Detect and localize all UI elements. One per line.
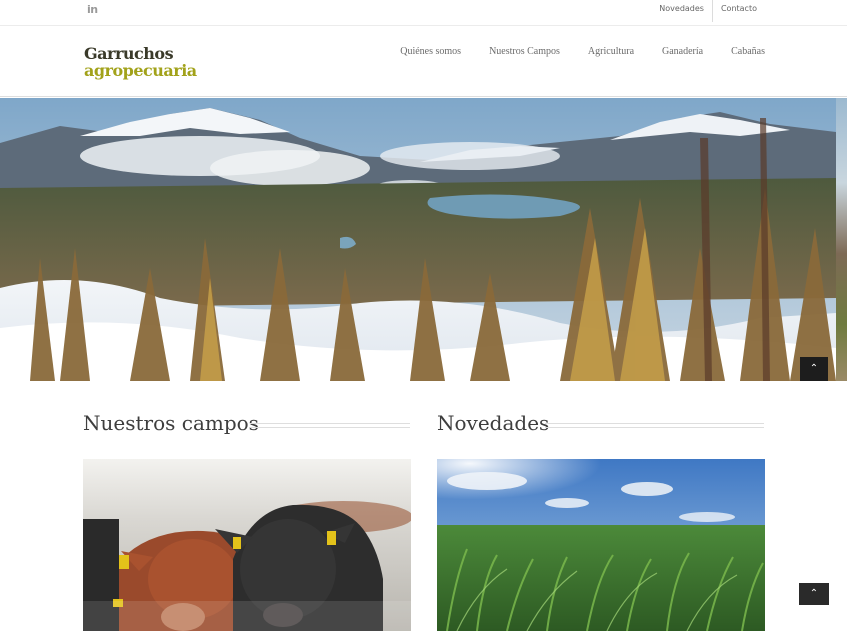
hero-next-slide-preview: [836, 98, 847, 381]
logo-line-1: Garruchos: [84, 44, 174, 63]
chevron-up-icon[interactable]: ⌃: [799, 583, 829, 605]
section-title-campos: Nuestros campos: [83, 411, 259, 435]
hero-landscape-illustration: [0, 98, 836, 381]
campos-card-image[interactable]: [83, 459, 411, 631]
cattle-photo: [83, 459, 411, 631]
section-title-novedades: Novedades: [437, 411, 550, 435]
main-nav: Quiénes somos Nuestros Campos Agricultur…: [400, 46, 765, 57]
utility-links: Novedades Contacto: [651, 0, 765, 22]
utility-link-contacto[interactable]: Contacto: [713, 0, 765, 22]
nav-item-nuestros-campos[interactable]: Nuestros Campos: [489, 46, 560, 57]
cornfield-photo: [437, 459, 765, 631]
nav-item-quienes-somos[interactable]: Quiénes somos: [400, 46, 461, 57]
linkedin-icon[interactable]: in: [87, 3, 98, 16]
nav-item-cabanas[interactable]: Cabañas: [731, 46, 765, 57]
site-logo[interactable]: Garruchos agropecuaria: [84, 45, 197, 79]
hero-image: [0, 98, 836, 381]
section-title-rule: [250, 423, 410, 428]
logo-line-2: agropecuaria: [84, 61, 197, 80]
chevron-up-icon[interactable]: ⌃: [800, 357, 828, 381]
novedades-card-image[interactable]: [437, 459, 765, 631]
utility-link-novedades[interactable]: Novedades: [651, 0, 712, 22]
top-utility-bar: in Novedades Contacto: [0, 0, 847, 26]
nav-item-agricultura[interactable]: Agricultura: [588, 46, 634, 57]
nav-item-ganaderia[interactable]: Ganadería: [662, 46, 703, 57]
section-title-rule: [545, 423, 764, 428]
site-header: Garruchos agropecuaria Quiénes somos Nue…: [0, 27, 847, 97]
